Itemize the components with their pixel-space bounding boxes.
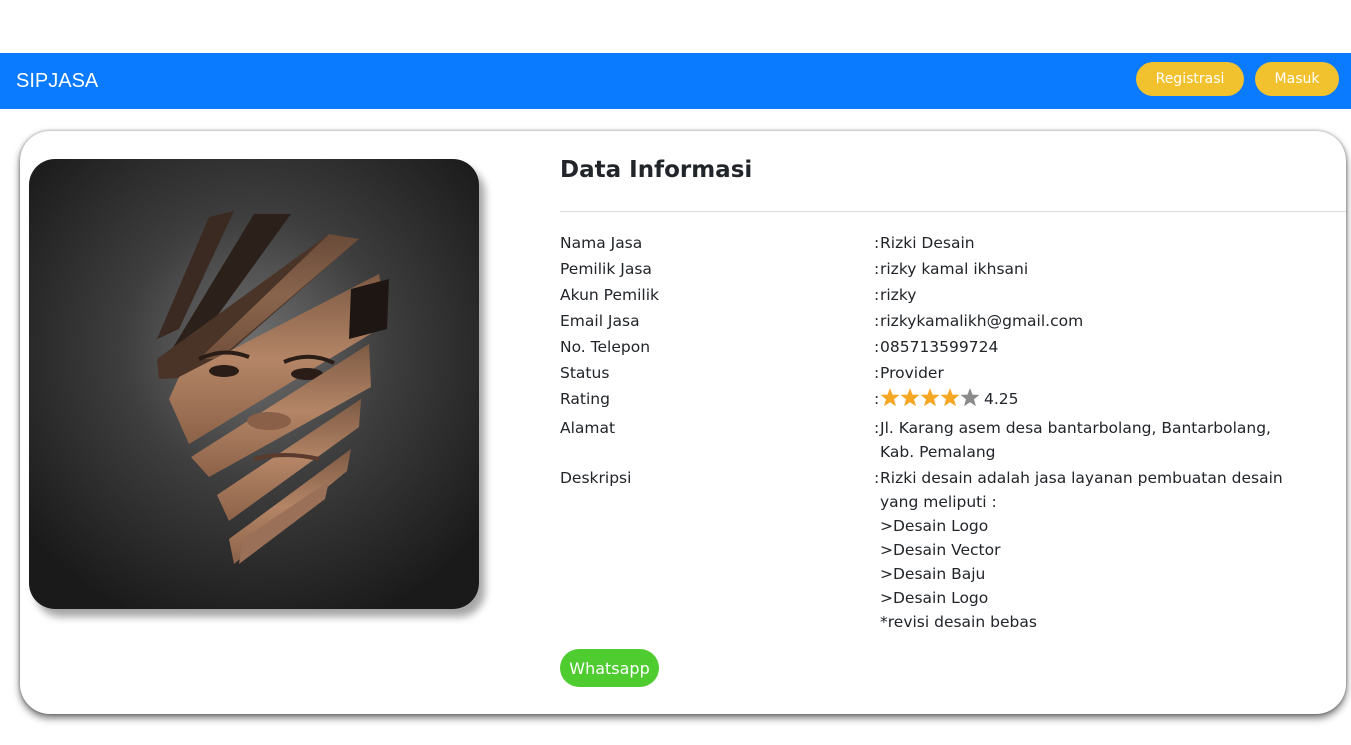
status-label: Status: [560, 364, 610, 382]
star-filled-icon: [940, 388, 960, 407]
status-value: Provider: [880, 364, 944, 382]
info-row-email: Email Jasa : rizkykamalikh@gmail.com: [560, 309, 1340, 333]
description-label: Deskripsi: [560, 469, 632, 487]
info-row-owner: Pemilik Jasa : rizky kamal ikhsani: [560, 257, 1340, 281]
service-name-label: Nama Jasa: [560, 234, 643, 252]
brand-logo[interactable]: SIPJASA: [16, 53, 98, 109]
rating-value-cell: 4.25: [880, 387, 1290, 414]
star-filled-icon: [880, 388, 900, 407]
service-name-value: Rizki Desain: [880, 234, 975, 252]
address-value: Jl. Karang asem desa bantarbolang, Banta…: [880, 419, 1271, 461]
email-label: Email Jasa: [560, 312, 640, 330]
info-row-rating: Rating : 4.25: [560, 387, 1340, 414]
address-label: Alamat: [560, 419, 616, 437]
navbar: SIPJASA Registrasi Masuk: [0, 53, 1351, 109]
login-button[interactable]: Masuk: [1255, 62, 1339, 96]
info-title: Data Informasi: [560, 157, 753, 183]
register-button[interactable]: Registrasi: [1136, 62, 1244, 96]
rating-label: Rating: [560, 390, 610, 408]
rating-stars: [880, 387, 980, 414]
info-row-phone: No. Telepon : 085713599724: [560, 335, 1340, 359]
account-value: rizky: [880, 286, 917, 304]
star-empty-icon: [960, 388, 980, 407]
info-row-description: Deskripsi : Rizki desain adalah jasa lay…: [560, 466, 1340, 634]
divider: [560, 211, 1346, 212]
account-label: Akun Pemilik: [560, 286, 660, 304]
description-value: Rizki desain adalah jasa layanan pembuat…: [880, 469, 1283, 631]
email-value: rizkykamalikh@gmail.com: [880, 312, 1084, 330]
info-row-address: Alamat : Jl. Karang asem desa bantarbola…: [560, 416, 1340, 464]
phone-label: No. Telepon: [560, 338, 651, 356]
rating-stars-svg: [880, 388, 980, 407]
profile-photo: [29, 159, 479, 609]
owner-value: rizky kamal ikhsani: [880, 260, 1029, 278]
star-filled-icon: [900, 388, 920, 407]
info-row-service-name: Nama Jasa : Rizki Desain: [560, 231, 1340, 255]
whatsapp-button[interactable]: Whatsapp: [560, 649, 659, 687]
star-filled-icon: [920, 388, 940, 407]
info-table: Nama Jasa : Rizki Desain Pemilik Jasa : …: [560, 231, 1340, 636]
info-row-status: Status : Provider: [560, 361, 1340, 385]
service-card: Data Informasi Nama Jasa : Rizki Desain …: [20, 131, 1346, 714]
rating-value: 4.25: [984, 390, 1019, 408]
phone-value: 085713599724: [880, 338, 999, 356]
owner-label: Pemilik Jasa: [560, 260, 652, 278]
info-row-account: Akun Pemilik : rizky: [560, 283, 1340, 307]
